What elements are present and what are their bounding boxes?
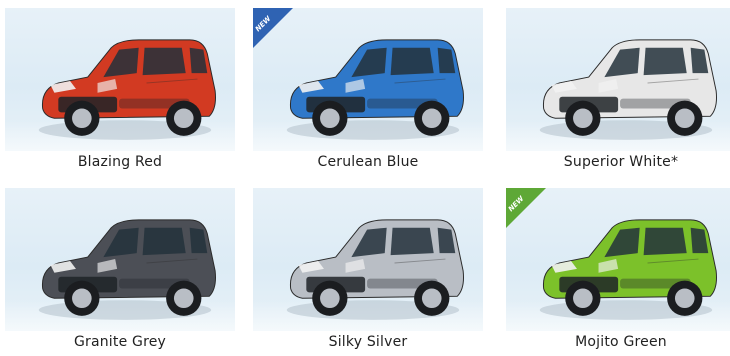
color-card-cerulean-blue[interactable]: NEW Cerulean Blue [253,8,483,176]
car-image [539,219,717,320]
car-image-panel [5,188,235,331]
car-image [38,39,216,140]
car-image-panel [5,8,235,151]
color-name: Cerulean Blue [317,154,419,170]
color-card-granite-grey[interactable]: Granite Grey [5,188,235,356]
car-image-panel: NEW [253,8,483,151]
car-image-panel: NEW [506,188,730,331]
color-card-mojito-green[interactable]: NEW Mojito Green [506,188,730,356]
color-name: Superior White* [563,154,679,170]
color-card-silky-silver[interactable]: Silky Silver [253,188,483,356]
car-image [38,219,216,320]
color-name: Silky Silver [328,334,408,350]
car-image-panel [253,188,483,331]
car-image [539,39,717,140]
car-image-panel [506,8,730,151]
color-options-grid: Blazing Red NEW Cerulean Blue Superior W… [0,0,730,356]
color-name: Granite Grey [73,334,167,350]
color-name: Mojito Green [575,334,667,350]
color-card-blazing-red[interactable]: Blazing Red [5,8,235,176]
color-name: Blazing Red [77,154,163,170]
color-card-superior-white[interactable]: Superior White* [506,8,730,176]
car-image [286,219,464,320]
car-image [286,39,464,140]
